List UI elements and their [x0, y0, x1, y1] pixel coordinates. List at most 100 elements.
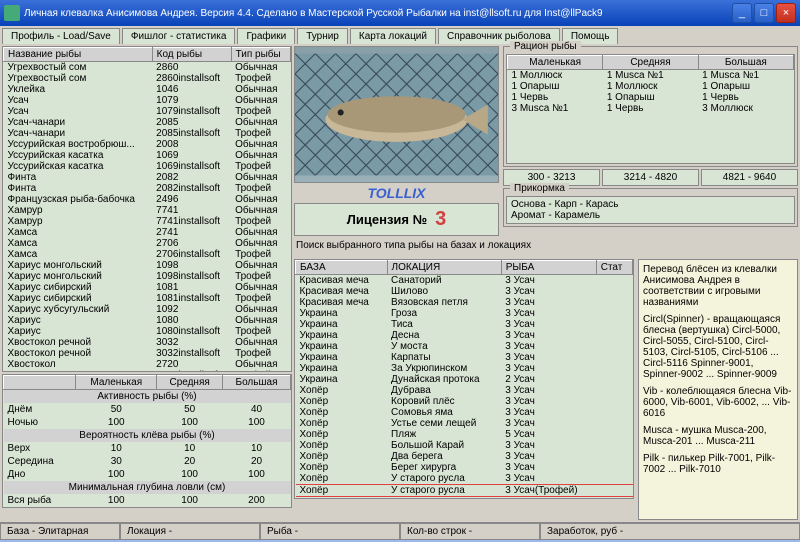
weight-range: 4821 - 9640 — [701, 169, 798, 186]
table-row[interactable]: ХопёрУстье семи лещей3 Усач — [296, 418, 633, 429]
titlebar: Личная клевалка Анисимова Андрея. Версия… — [0, 0, 800, 26]
location-table[interactable]: БАЗАЛОКАЦИЯРЫБАСтатКрасивая мечаСанатори… — [294, 259, 634, 499]
license-box: Лицензия № 3 — [294, 203, 499, 236]
table-row[interactable]: ХопёрПляж5 Усач — [296, 429, 633, 440]
status-cell: Кол-во строк - — [400, 523, 540, 540]
weight-range: 3214 - 4820 — [602, 169, 699, 186]
table-row[interactable]: Хариус хубсугульский1092Обычная — [4, 304, 291, 315]
table-row[interactable]: Хариус1080Обычная — [4, 315, 291, 326]
status-cell: База - Элитарная — [0, 523, 120, 540]
table-row[interactable]: УкраинаДесна3 Усач — [296, 330, 633, 341]
minimize-button[interactable]: _ — [732, 3, 752, 23]
bait-fieldset: Рацион рыбы МаленькаяСредняяБольшая1 Мол… — [503, 46, 798, 167]
table-row[interactable]: Усач-чанари2085Обычная — [4, 117, 291, 128]
table-row: Ночью100100100 — [4, 416, 291, 429]
license-label: Лицензия № — [347, 212, 427, 227]
table-row[interactable]: Хамрур7741installsoftТрофей — [4, 216, 291, 227]
statusbar: База - ЭлитарнаяЛокация - Рыба - Кол-во … — [0, 522, 800, 540]
table-row[interactable]: УкраинаЗа Укрюпинском3 Усач — [296, 363, 633, 374]
table-row[interactable]: Хариус1080installsoftТрофей — [4, 326, 291, 337]
table-row: Дно100100100 — [4, 468, 291, 481]
main-tabs: Профиль - Load/SaveФишлог - статистикаГр… — [0, 26, 800, 44]
table-row[interactable]: Хвостокол2720Обычная — [4, 359, 291, 370]
table-row[interactable]: Уссурийская касатка1069installsoftТрофей — [4, 161, 291, 172]
table-row[interactable]: Хамса2706Обычная — [4, 238, 291, 249]
table-row[interactable]: Хариус монгольский1098Обычная — [4, 260, 291, 271]
bait-table[interactable]: МаленькаяСредняяБольшая1 Моллюск1 Musca … — [506, 54, 795, 164]
license-number: 3 — [435, 208, 446, 231]
table-row[interactable]: ХопёрБерег хирурга3 Усач — [296, 462, 633, 473]
feed-fieldset: Прикормка Основа - Карп - КарасьАромат -… — [503, 188, 798, 227]
column-header[interactable]: БАЗА — [296, 261, 388, 275]
table-row[interactable]: Хамса2706installsoftТрофей — [4, 249, 291, 260]
table-row[interactable]: Красивая мечаСанаторий3 Усач — [296, 275, 633, 287]
feed-content: Основа - Карп - КарасьАромат - Карамель — [506, 196, 795, 224]
tab-профиль-load-save[interactable]: Профиль - Load/Save — [2, 28, 120, 44]
tab-карта-локаций[interactable]: Карта локаций — [350, 28, 436, 44]
table-row[interactable]: Уссурийская востробрюш...2008Обычная — [4, 139, 291, 150]
table-row[interactable]: ХопёрДубрава3 Усач — [296, 385, 633, 396]
table-row[interactable]: Финта2082installsoftТрофей — [4, 183, 291, 194]
table-row[interactable]: Финта2082Обычная — [4, 172, 291, 183]
table-row[interactable]: Французская рыба-бабочка2496Обычная — [4, 194, 291, 205]
table-row[interactable]: Усач1079Обычная — [4, 95, 291, 106]
table-row[interactable]: 1 Опарыш1 Моллюск1 Опарыш — [508, 81, 794, 92]
table-row[interactable]: ХопёрСомовья яма3 Усач — [296, 407, 633, 418]
table-row[interactable]: Хвостокол речной3032Обычная — [4, 337, 291, 348]
column-header[interactable]: Код рыбы — [152, 48, 231, 62]
table-row[interactable]: УкраинаКарпаты3 Усач — [296, 352, 633, 363]
table-row[interactable]: Красивая мечаВязовская петля3 Усач — [296, 297, 633, 308]
tab-графики[interactable]: Графики — [237, 28, 295, 44]
table-row[interactable]: Хвостокол речной3032installsoftТрофей — [4, 348, 291, 359]
table-row[interactable]: Уссурийская касатка1069Обычная — [4, 150, 291, 161]
table-row[interactable]: ХопёрУ старого русла3 Усач(Трофей) — [296, 485, 633, 497]
fish-image — [294, 46, 499, 183]
column-header[interactable]: Стат — [596, 261, 632, 275]
table-row[interactable]: УкраинаТиса3 Усач — [296, 319, 633, 330]
table-row: Вся рыба100100200 — [4, 494, 291, 507]
table-row[interactable]: 1 Моллюск1 Musca №11 Musca №1 — [508, 70, 794, 82]
table-row[interactable]: УкраинаУ моста3 Усач — [296, 341, 633, 352]
table-row[interactable]: ЭлитарнаяЗатон3 Усач — [296, 497, 633, 500]
stats-table: МаленькаяСредняяБольшаяАктивность рыбы (… — [2, 374, 292, 508]
column-header[interactable]: РЫБА — [501, 261, 596, 275]
table-row[interactable]: Хамса2741Обычная — [4, 227, 291, 238]
close-button[interactable]: × — [776, 3, 796, 23]
table-row[interactable]: Хариус сибирский1081installsoftТрофей — [4, 293, 291, 304]
column-header[interactable]: Название рыбы — [4, 48, 153, 62]
table-row[interactable]: 3 Musca №11 Червь3 Моллюск — [508, 103, 794, 114]
maximize-button[interactable]: □ — [754, 3, 774, 23]
table-row[interactable]: Хариус монгольский1098installsoftТрофей — [4, 271, 291, 282]
status-cell: Локация - — [120, 523, 260, 540]
table-row[interactable]: Угрехвостый сом2860installsoftТрофей — [4, 73, 291, 84]
column-header[interactable]: Тип рыбы — [231, 48, 290, 62]
tab-фишлог-статистика[interactable]: Фишлог - статистика — [122, 28, 236, 44]
table-row[interactable]: Усач-чанари2085installsoftТрофей — [4, 128, 291, 139]
window-title: Личная клевалка Анисимова Андрея. Версия… — [24, 8, 730, 19]
table-row[interactable]: Угрехвостый сом2860Обычная — [4, 62, 291, 74]
table-row[interactable]: Хариус сибирский1081Обычная — [4, 282, 291, 293]
bait-legend: Рацион рыбы — [510, 41, 581, 52]
table-row[interactable]: УкраинаГроза3 Усач — [296, 308, 633, 319]
table-row[interactable]: Хвостокол2720installsoftТрофей — [4, 370, 291, 372]
table-row[interactable]: Красивая мечаШилово3 Усач — [296, 286, 633, 297]
table-row[interactable]: УкраинаДунайская протока2 Усач — [296, 374, 633, 385]
table-row[interactable]: Уклейка1046Обычная — [4, 84, 291, 95]
hint-panel[interactable]: Перевод блёсен из клевалки Анисимова Анд… — [638, 259, 798, 520]
table-row: Середина302020 — [4, 455, 291, 468]
status-cell: Рыба - — [260, 523, 400, 540]
table-row[interactable]: ХопёрУ старого русла3 Усач — [296, 473, 633, 485]
status-cell: Заработок, руб - — [540, 523, 800, 540]
column-header[interactable]: ЛОКАЦИЯ — [387, 261, 501, 275]
table-row[interactable]: Усач1079installsoftТрофей — [4, 106, 291, 117]
table-row[interactable]: ХопёрДва берега3 Усач — [296, 451, 633, 462]
feed-legend: Прикормка — [510, 183, 569, 194]
table-row[interactable]: Хамрур7741Обычная — [4, 205, 291, 216]
table-row[interactable]: 1 Червь1 Опарыш1 Червь — [508, 92, 794, 103]
table-row[interactable]: ХопёрКоровий плёс3 Усач — [296, 396, 633, 407]
app-icon — [4, 5, 20, 21]
fish-table[interactable]: Название рыбыКод рыбыТип рыбыУгрехвостый… — [2, 46, 292, 372]
table-row: Верх101010 — [4, 442, 291, 455]
tab-турнир[interactable]: Турнир — [297, 28, 348, 44]
table-row[interactable]: ХопёрБольшой Карай3 Усач — [296, 440, 633, 451]
